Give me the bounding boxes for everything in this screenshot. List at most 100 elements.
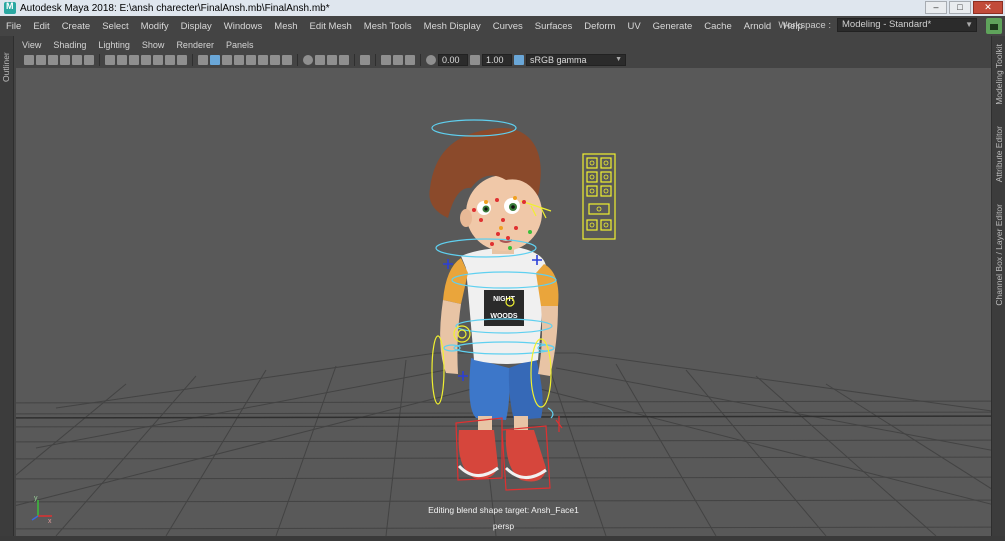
axis-label-y: y bbox=[34, 495, 38, 502]
panel-menu-renderer[interactable]: Renderer bbox=[170, 40, 220, 50]
title-bar: Autodesk Maya 2018: E:\ansh charecter\Fi… bbox=[0, 0, 1005, 16]
bookmarks-icon[interactable] bbox=[48, 55, 58, 65]
menu-mesh-tools[interactable]: Mesh Tools bbox=[358, 21, 418, 32]
menu-curves[interactable]: Curves bbox=[487, 21, 529, 32]
menu-windows[interactable]: Windows bbox=[218, 21, 269, 32]
select-camera-icon[interactable] bbox=[24, 55, 34, 65]
default-material-icon[interactable] bbox=[222, 55, 232, 65]
menu-create[interactable]: Create bbox=[56, 21, 97, 32]
viewport-toolbar: 0.00 1.00 sRGB gamma ▼ bbox=[16, 52, 991, 68]
safe-action-icon[interactable] bbox=[165, 55, 175, 65]
toolbar-divider bbox=[354, 54, 355, 66]
exposure-field[interactable]: 0.00 bbox=[438, 54, 468, 66]
panel-menu-view[interactable]: View bbox=[16, 40, 47, 50]
menu-mesh-display[interactable]: Mesh Display bbox=[418, 21, 487, 32]
xray-joints-icon[interactable] bbox=[381, 55, 391, 65]
toolbar-divider bbox=[375, 54, 376, 66]
resolution-gate-icon[interactable] bbox=[129, 55, 139, 65]
menu-arnold[interactable]: Arnold bbox=[738, 21, 777, 32]
ambient-occlusion-icon[interactable] bbox=[303, 55, 313, 65]
hud-camera-name: persp bbox=[492, 521, 515, 531]
panel-menu-lighting[interactable]: Lighting bbox=[92, 40, 136, 50]
safe-title-icon[interactable] bbox=[177, 55, 187, 65]
textured-icon[interactable] bbox=[258, 55, 268, 65]
viewport-scene: NIGHT WOODS y x bbox=[16, 119, 991, 536]
minimize-button[interactable]: – bbox=[925, 1, 947, 14]
arm-left bbox=[440, 300, 461, 374]
gamma-field[interactable]: 1.00 bbox=[482, 54, 512, 66]
panel-menu-bar: View Shading Lighting Show Renderer Pane… bbox=[16, 37, 991, 53]
outliner-tab[interactable]: Outliner bbox=[1, 42, 11, 82]
close-button[interactable]: ✕ bbox=[973, 1, 1003, 14]
grid-icon[interactable] bbox=[105, 55, 115, 65]
motion-blur-icon[interactable] bbox=[315, 55, 325, 65]
panel-menu-panels[interactable]: Panels bbox=[220, 40, 260, 50]
color-management-icon[interactable] bbox=[514, 55, 524, 65]
modeling-toolkit-tab[interactable]: Modeling Toolkit bbox=[994, 44, 1004, 105]
sleeve-left bbox=[443, 258, 468, 304]
smooth-shade-icon[interactable] bbox=[210, 55, 220, 65]
window-title: Autodesk Maya 2018: E:\ansh charecter\Fi… bbox=[20, 2, 330, 14]
shadows-icon[interactable] bbox=[282, 55, 292, 65]
panel-menu-show[interactable]: Show bbox=[136, 40, 171, 50]
field-chart-icon[interactable] bbox=[153, 55, 163, 65]
lock-icon[interactable] bbox=[986, 18, 1002, 34]
hud-blend-shape-message: Editing blend shape target: Ansh_Face1 bbox=[428, 505, 579, 515]
attribute-editor-tab[interactable]: Attribute Editor bbox=[994, 126, 1004, 182]
grease-pencil-icon[interactable] bbox=[84, 55, 94, 65]
hand-ik-control-left bbox=[431, 335, 445, 405]
menu-edit[interactable]: Edit bbox=[27, 21, 55, 32]
maya-app-icon bbox=[4, 1, 16, 14]
menu-deform[interactable]: Deform bbox=[578, 21, 621, 32]
lights-icon[interactable] bbox=[270, 55, 280, 65]
backface-culling-icon[interactable] bbox=[405, 55, 415, 65]
2d-pan-zoom-icon[interactable] bbox=[72, 55, 82, 65]
image-plane-icon[interactable] bbox=[60, 55, 70, 65]
toolbar-divider bbox=[192, 54, 193, 66]
panel-menu-shading[interactable]: Shading bbox=[47, 40, 92, 50]
pants-left bbox=[469, 358, 510, 420]
toolbar-divider bbox=[420, 54, 421, 66]
exposure-icon[interactable] bbox=[426, 55, 436, 65]
right-dock-strip: Modeling Toolkit Attribute Editor Channe… bbox=[991, 36, 1005, 536]
gamma-icon[interactable] bbox=[470, 55, 480, 65]
workspace-value: Modeling - Standard* bbox=[842, 19, 932, 30]
menu-uv[interactable]: UV bbox=[621, 21, 646, 32]
left-dock-strip: Outliner bbox=[0, 36, 14, 536]
menu-mesh[interactable]: Mesh bbox=[268, 21, 303, 32]
menu-select[interactable]: Select bbox=[96, 21, 134, 32]
toolbar-divider bbox=[99, 54, 100, 66]
menu-modify[interactable]: Modify bbox=[135, 21, 175, 32]
main-menu-bar: File Edit Create Select Modify Display W… bbox=[0, 16, 1005, 36]
chevron-down-icon: ▼ bbox=[615, 56, 622, 63]
menu-surfaces[interactable]: Surfaces bbox=[529, 21, 579, 32]
wireframe-on-shaded-icon[interactable] bbox=[234, 55, 244, 65]
film-gate-icon[interactable] bbox=[117, 55, 127, 65]
menu-file[interactable]: File bbox=[0, 21, 27, 32]
anti-aliasing-icon[interactable] bbox=[327, 55, 337, 65]
character: NIGHT WOODS bbox=[429, 127, 559, 482]
view-transform-dropdown[interactable]: sRGB gamma ▼ bbox=[526, 54, 626, 66]
workspace-dropdown[interactable]: Modeling - Standard* ▼ bbox=[837, 18, 977, 32]
menu-cache[interactable]: Cache bbox=[698, 21, 737, 32]
camera-attributes-icon[interactable] bbox=[36, 55, 46, 65]
toolbar-divider bbox=[297, 54, 298, 66]
chevron-down-icon: ▼ bbox=[965, 20, 973, 29]
menu-display[interactable]: Display bbox=[175, 21, 218, 32]
bottom-status-strip bbox=[0, 536, 1005, 541]
gate-mask-icon[interactable] bbox=[141, 55, 151, 65]
channel-box-tab[interactable]: Channel Box / Layer Editor bbox=[994, 204, 1004, 306]
wireframe-icon[interactable] bbox=[198, 55, 208, 65]
depth-of-field-icon[interactable] bbox=[339, 55, 349, 65]
maximize-button[interactable]: □ bbox=[949, 1, 971, 14]
xray-active-icon[interactable] bbox=[393, 55, 403, 65]
workspace-label: Workspace : bbox=[778, 19, 831, 31]
menu-edit-mesh[interactable]: Edit Mesh bbox=[304, 21, 358, 32]
view-transform-value: sRGB gamma bbox=[530, 55, 587, 65]
pants-right bbox=[508, 358, 543, 420]
shirt-text-top: NIGHT bbox=[493, 296, 516, 303]
menu-generate[interactable]: Generate bbox=[647, 21, 699, 32]
perspective-viewport[interactable]: NIGHT WOODS y x Editing blend shape targ… bbox=[16, 68, 991, 536]
isolate-select-icon[interactable] bbox=[360, 55, 370, 65]
xray-icon[interactable] bbox=[246, 55, 256, 65]
